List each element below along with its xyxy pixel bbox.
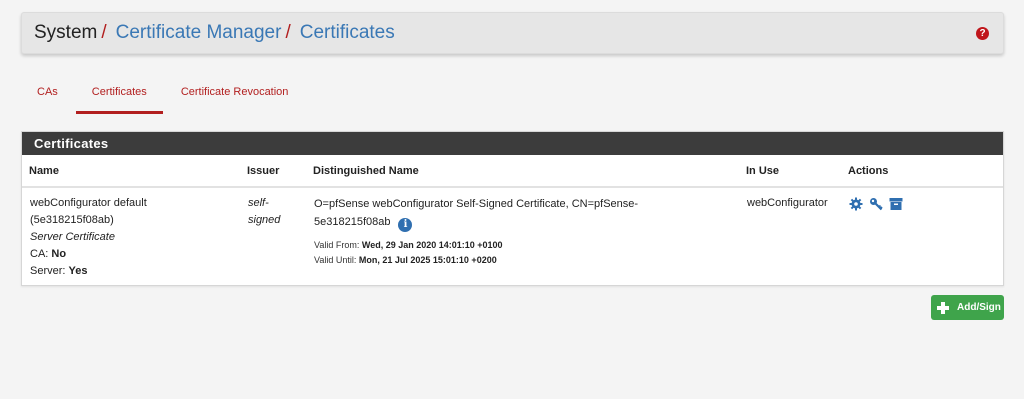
cell-actions xyxy=(841,187,1003,280)
breadcrumb-separator: / xyxy=(101,22,107,43)
issuer-line-2: signed xyxy=(248,214,281,226)
ca-label: CA: xyxy=(30,248,49,260)
valid-from-label: Valid From: xyxy=(314,240,360,250)
column-header-issuer: Issuer xyxy=(240,155,306,188)
dn-line-1: O=pfSense webConfigurator Self-Signed Ce… xyxy=(314,198,639,210)
valid-until-value: Mon, 21 Jul 2025 15:01:10 +0200 xyxy=(358,255,497,265)
cell-name: webConfigurator default (5e318215f08ab) … xyxy=(22,187,240,280)
valid-from-value: Wed, 29 Jan 2020 14:01:10 +0100 xyxy=(361,240,503,250)
column-header-name: Name xyxy=(22,155,240,188)
archive-icon[interactable] xyxy=(889,197,903,211)
table-header-row: Name Issuer Distinguished Name In Use Ac… xyxy=(22,155,1003,188)
column-header-distinguished-name: Distinguished Name xyxy=(306,155,739,188)
validity: Valid From: Wed, 29 Jan 2020 14:01:10 +0… xyxy=(314,238,739,268)
server-value: Yes xyxy=(68,265,88,277)
info-icon[interactable]: i xyxy=(398,218,413,232)
certificates-panel: Certificates Name Issuer Distinguished N… xyxy=(21,131,1004,286)
cert-type: Server Certificate xyxy=(30,231,115,243)
panel-title: Certificates xyxy=(22,132,1003,155)
dn-line-2-wrapper: 5e318215f08ab i xyxy=(314,213,739,232)
valid-until-label: Valid Until: xyxy=(314,255,357,265)
tab-cas[interactable]: CAs xyxy=(21,78,74,114)
cert-server: Server: Yes xyxy=(30,263,240,280)
add-sign-button[interactable]: Add/Sign xyxy=(931,295,1004,320)
dn-line-2: 5e318215f08ab xyxy=(314,216,391,228)
issuer-line-1: self- xyxy=(248,197,269,209)
valid-from: Valid From: Wed, 29 Jan 2020 14:01:10 +0… xyxy=(314,238,739,253)
cert-ca: CA: No xyxy=(30,246,240,263)
breadcrumb-certificates[interactable]: Certificates xyxy=(300,22,395,44)
breadcrumb-separator: / xyxy=(285,22,291,43)
cert-refid: (5e318215f08ab) xyxy=(30,214,114,226)
tab-certificates[interactable]: Certificates xyxy=(75,78,163,114)
column-header-actions: Actions xyxy=(841,155,1003,188)
gear-icon[interactable] xyxy=(849,197,863,211)
add-sign-label: Add/Sign xyxy=(957,302,1001,313)
cert-name: webConfigurator default xyxy=(30,197,147,209)
breadcrumb-certificate-manager[interactable]: Certificate Manager xyxy=(116,22,282,44)
help-icon[interactable]: ? xyxy=(976,27,989,40)
cell-in-use: webConfigurator xyxy=(747,197,828,209)
breadcrumb: System / Certificate Manager / Certifica… xyxy=(21,12,1004,54)
certificates-table: Name Issuer Distinguished Name In Use Ac… xyxy=(22,155,1003,280)
tab-certificate-revocation[interactable]: Certificate Revocation xyxy=(165,78,305,114)
key-icon[interactable] xyxy=(869,197,883,211)
server-label: Server: xyxy=(30,265,66,277)
cell-issuer: self- signed xyxy=(240,187,306,280)
cell-distinguished-name: O=pfSense webConfigurator Self-Signed Ce… xyxy=(306,187,739,280)
tab-bar: CAs Certificates Certificate Revocation xyxy=(21,78,304,114)
breadcrumb-root: System xyxy=(34,22,98,43)
column-header-in-use: In Use xyxy=(739,155,841,188)
valid-until: Valid Until: Mon, 21 Jul 2025 15:01:10 +… xyxy=(314,253,739,268)
plus-icon xyxy=(937,301,949,314)
table-row: webConfigurator default (5e318215f08ab) … xyxy=(22,187,1003,280)
ca-value: No xyxy=(51,248,67,260)
